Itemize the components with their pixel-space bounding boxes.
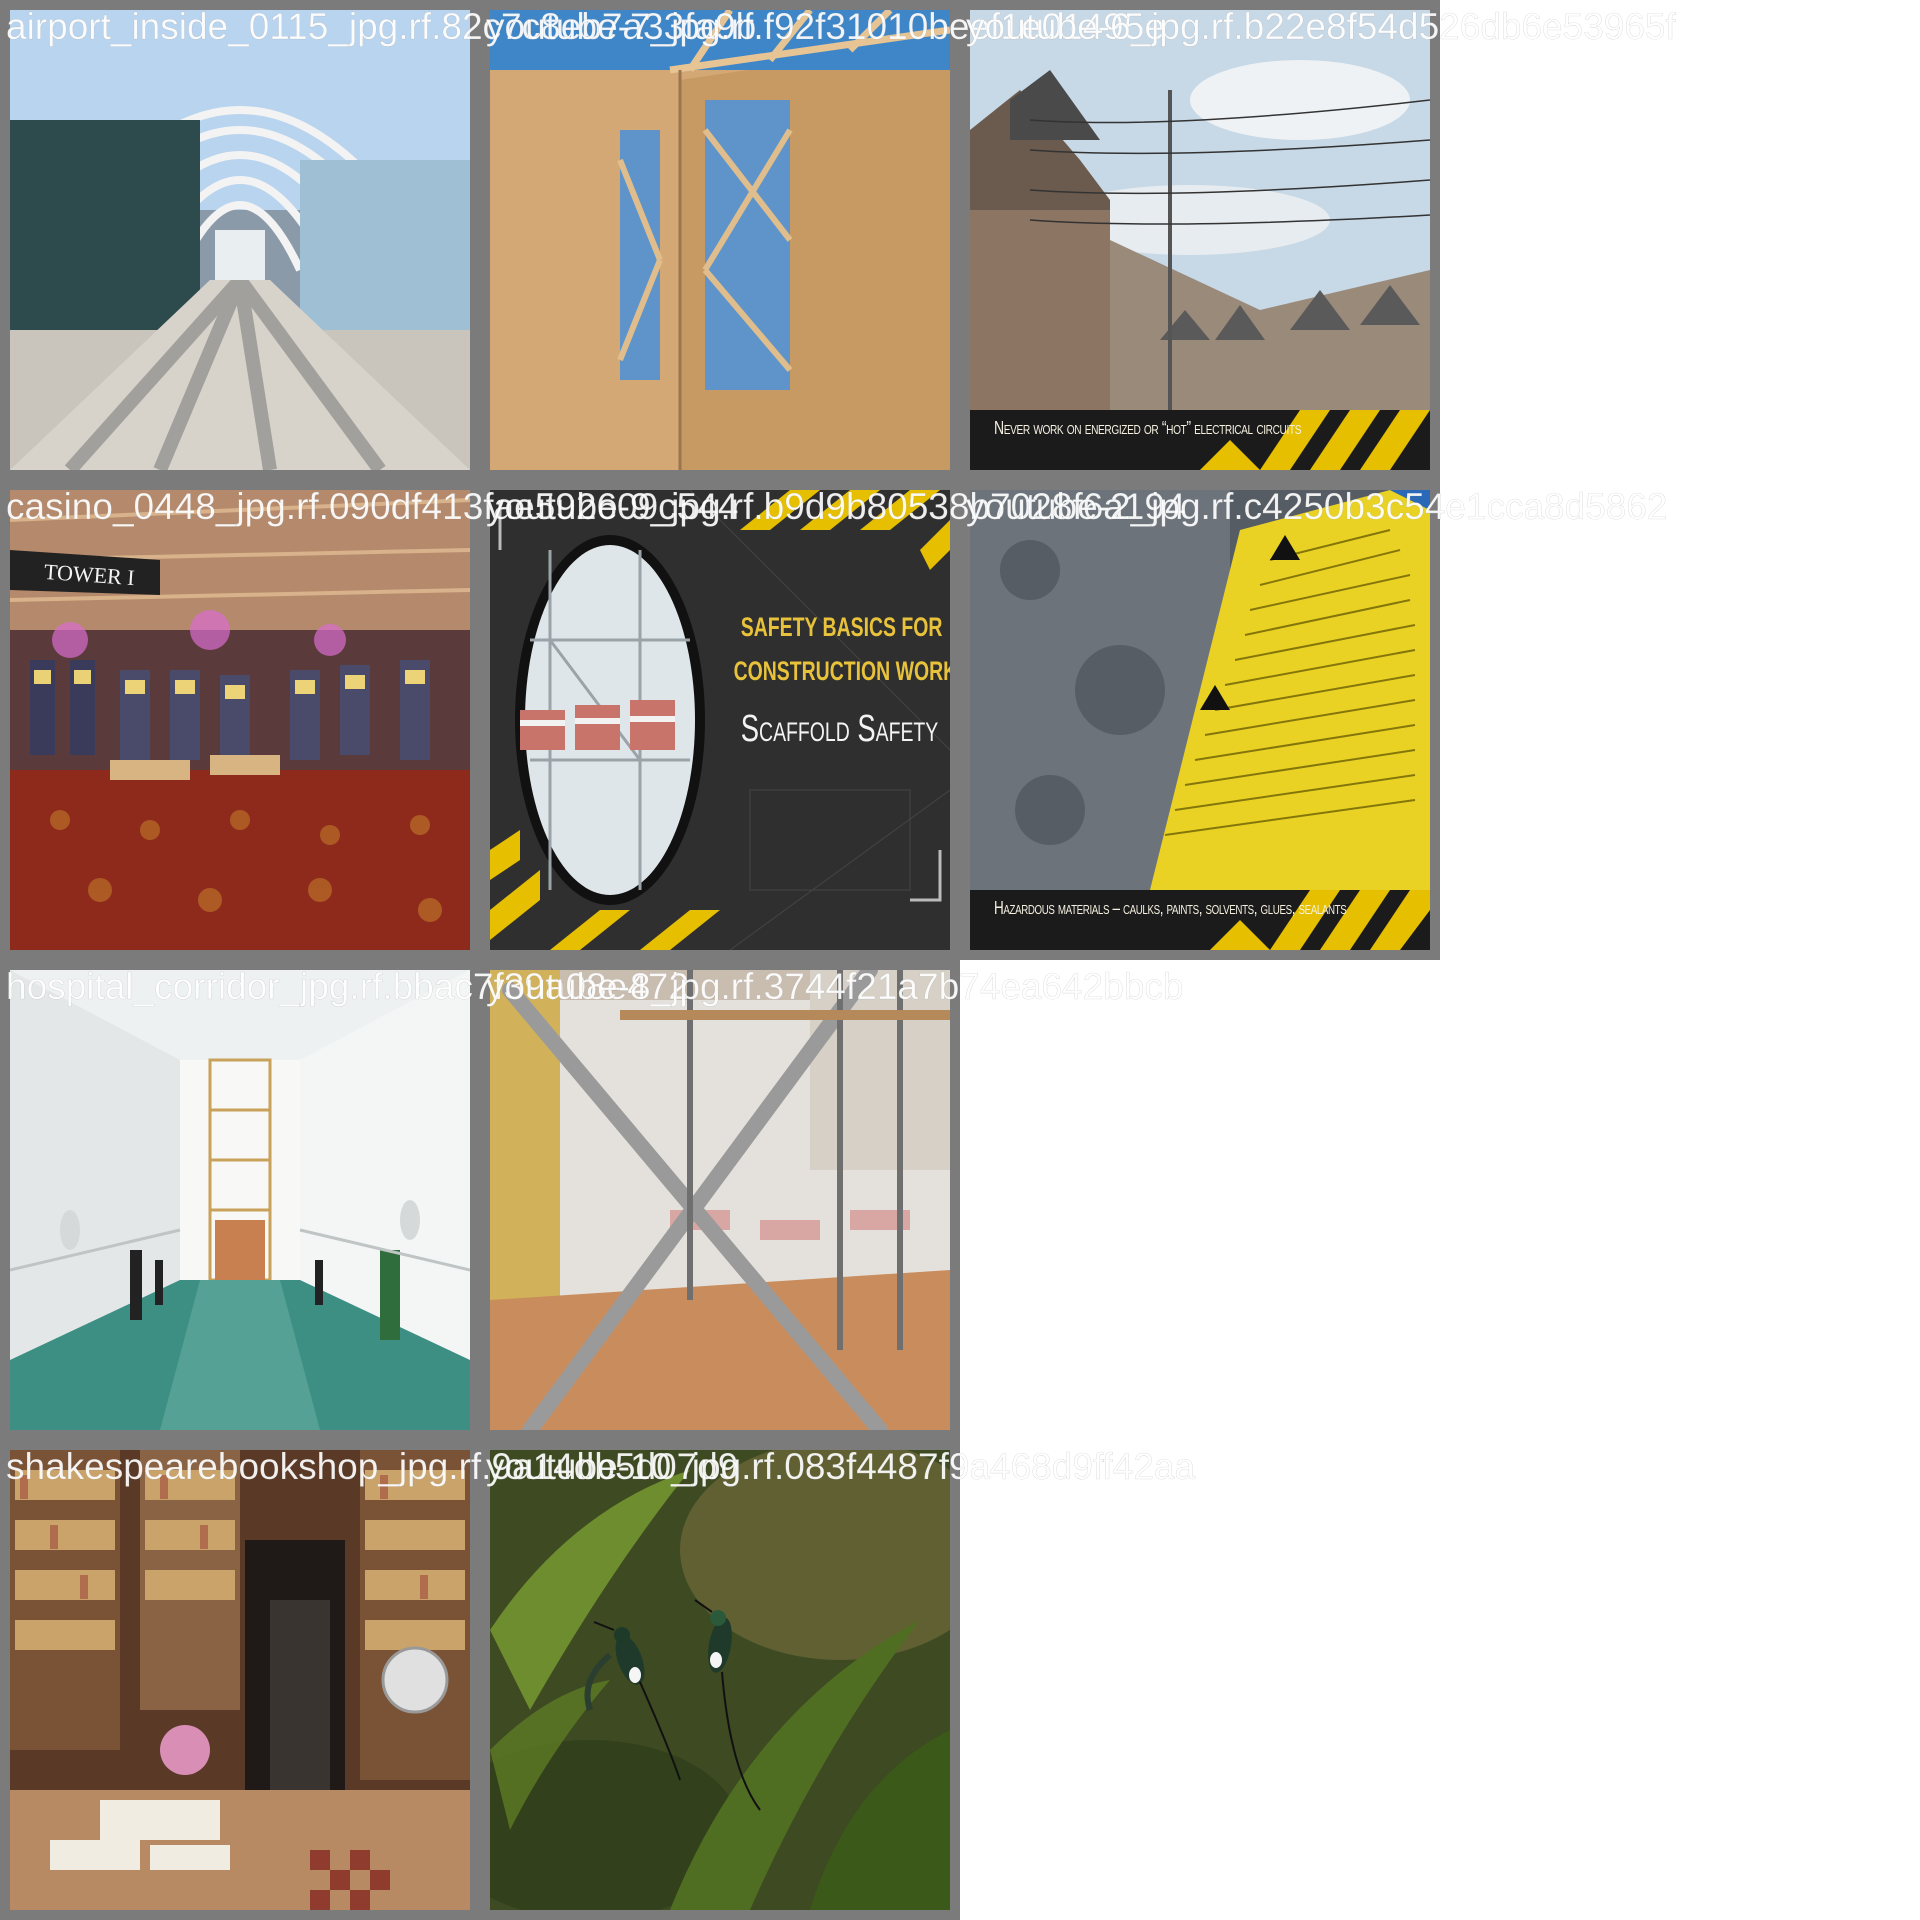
casino-image: TOWER I <box>10 490 470 950</box>
hazard-warning-banner: Hazardous materials – caulks, paints, so… <box>994 898 1347 918</box>
scaffold-crossbars-image <box>490 970 950 1430</box>
tile-hospital-corridor[interactable] <box>0 960 480 1440</box>
tile-scaffold-safety-title[interactable]: SAFETY BASICS FOR CONSTRUCTION WORKERS S… <box>480 480 960 960</box>
caption-hazardous-materials: youtube-2_jpg.rf.c4250b3c54e1cca8d5862 <box>966 486 1668 527</box>
scaffold-title-image: SAFETY BASICS FOR CONSTRUCTION WORKERS S… <box>490 490 950 950</box>
scaffold-title-line3: Scaffold Safety <box>740 708 939 750</box>
hummingbirds-image <box>490 1450 950 1910</box>
caption-houses-power-lines: youtube-6_jpg.rf.b22e8f54d526db6e53965f <box>966 6 1676 47</box>
tile-hummingbirds[interactable] <box>480 1440 960 1920</box>
tile-houses-power-lines[interactable]: Never work on energized or “hot” electri… <box>960 0 1440 480</box>
construction-sheathing-image <box>490 10 950 470</box>
tile-hazardous-materials[interactable]: Hazardous materials – caulks, paints, so… <box>960 480 1440 960</box>
hospital-corridor-image <box>10 970 470 1430</box>
tile-casino[interactable]: TOWER I <box>0 480 480 960</box>
bookshop-image <box>10 1450 470 1910</box>
caption-hummingbirds: youtube-10_jpg.rf.083f4487f9a468d9ff42aa <box>486 1446 1196 1487</box>
houses-image: Never work on energized or “hot” electri… <box>970 10 1430 470</box>
caption-scaffold-crossbars: youtube-8_jpg.rf.3744f21a7b74ea642bbcb <box>486 966 1184 1007</box>
image-grid: Never work on energized or “hot” electri… <box>0 0 1920 1920</box>
airport-image <box>10 10 470 470</box>
electrical-warning-banner: Never work on energized or “hot” electri… <box>994 418 1302 438</box>
scaffold-title-line2: CONSTRUCTION WORKERS <box>733 656 950 686</box>
tile-scaffold-crossbars[interactable] <box>480 960 960 1440</box>
tile-bookshop[interactable] <box>0 1440 480 1920</box>
tile-construction-sheathing[interactable] <box>480 0 960 480</box>
hazardous-materials-image: Hazardous materials – caulks, paints, so… <box>970 490 1430 950</box>
tile-airport[interactable] <box>0 0 480 480</box>
scaffold-title-line1: SAFETY BASICS FOR <box>740 612 943 642</box>
